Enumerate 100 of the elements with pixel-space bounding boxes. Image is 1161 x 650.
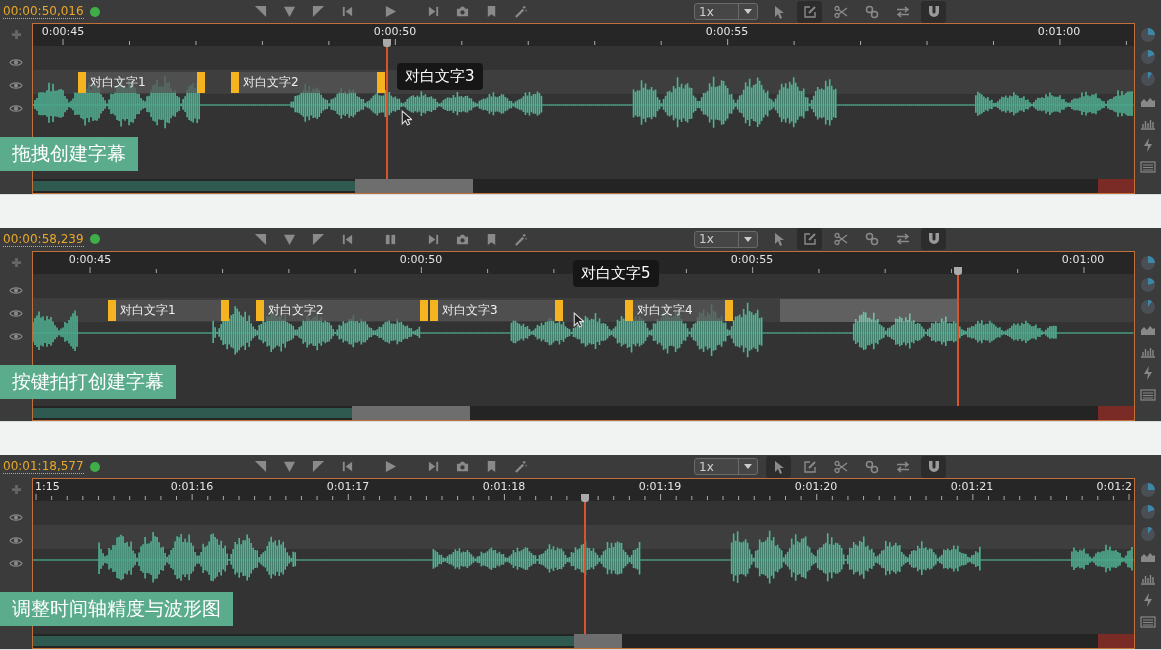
bookmark-icon[interactable] xyxy=(485,232,498,246)
triangle-icon[interactable] xyxy=(254,232,267,246)
time-label: 0:01:16 xyxy=(170,480,214,494)
scrollbar-thumb[interactable] xyxy=(574,634,622,648)
eye-icon[interactable] xyxy=(9,81,23,90)
magic-wand-icon[interactable] xyxy=(514,232,527,246)
edit-icon xyxy=(802,4,817,19)
down-triangle-icon[interactable] xyxy=(283,232,296,246)
plus-icon[interactable] xyxy=(10,29,22,40)
triangle-icon[interactable] xyxy=(254,460,267,474)
skip-back-icon[interactable] xyxy=(341,232,354,246)
triangle-icon[interactable] xyxy=(312,232,325,246)
time-label: 0:01:00 xyxy=(1061,252,1105,266)
scrollbar-thumb[interactable] xyxy=(352,406,470,421)
down-triangle-icon[interactable] xyxy=(283,460,296,474)
subtitle-block[interactable]: 对白文字1 xyxy=(78,72,205,93)
pie-icon[interactable] xyxy=(1140,276,1156,293)
mouse-cursor-icon xyxy=(573,311,584,328)
eye-icon[interactable] xyxy=(9,559,23,569)
camera-icon[interactable] xyxy=(456,5,469,18)
caption-banner: 拖拽创建字幕 xyxy=(0,137,138,171)
magic-wand-icon[interactable] xyxy=(514,5,527,18)
skip-forward-icon[interactable] xyxy=(427,232,440,246)
eye-icon[interactable] xyxy=(9,513,23,523)
eye-icon[interactable] xyxy=(9,536,23,546)
pie-icon[interactable] xyxy=(1140,71,1156,87)
edit-icon xyxy=(802,459,817,474)
playhead-handle[interactable] xyxy=(954,266,962,275)
plus-icon[interactable] xyxy=(10,256,22,268)
selection-region[interactable] xyxy=(780,298,958,322)
end-marker xyxy=(1098,406,1134,421)
triangle-icon[interactable] xyxy=(312,5,325,18)
playhead-handle[interactable] xyxy=(383,39,391,47)
eye-icon[interactable] xyxy=(9,104,23,113)
swap-arrows-icon xyxy=(895,459,910,474)
play-icon[interactable] xyxy=(384,460,397,474)
magic-wand-icon[interactable] xyxy=(514,460,527,474)
magnet-icon xyxy=(926,232,941,247)
down-triangle-icon[interactable] xyxy=(283,5,296,18)
eye-icon[interactable] xyxy=(9,308,23,318)
eye-icon[interactable] xyxy=(9,58,23,67)
time-label: 0:01:21 xyxy=(950,480,994,494)
magnet-tool-button[interactable] xyxy=(921,455,946,478)
triangle-icon[interactable] xyxy=(254,5,267,18)
pie-icon[interactable] xyxy=(1140,49,1156,65)
pie-icon[interactable] xyxy=(1140,482,1156,499)
skip-back-icon[interactable] xyxy=(341,5,354,18)
play-icon[interactable] xyxy=(384,5,397,18)
bookmark-icon[interactable] xyxy=(485,460,498,474)
skip-forward-icon[interactable] xyxy=(427,460,440,474)
subtitle-block[interactable]: 对白文字3 xyxy=(430,299,563,321)
subtitle-block[interactable]: 对白文字2 xyxy=(256,299,428,321)
scrollbar-track[interactable] xyxy=(33,178,1134,193)
scissors-icon xyxy=(833,4,848,19)
playhead-handle[interactable] xyxy=(581,494,589,503)
bookmark-icon[interactable] xyxy=(485,5,498,18)
keyboard-icon[interactable] xyxy=(1140,159,1156,175)
pointer-tool-button[interactable] xyxy=(766,455,791,478)
camera-icon[interactable] xyxy=(456,232,469,246)
subtitle-block[interactable]: 对白文字1 xyxy=(108,299,229,321)
eye-icon[interactable] xyxy=(9,285,23,295)
scrollbar-track[interactable] xyxy=(33,634,1134,648)
speed-dropdown[interactable]: 1x xyxy=(694,230,758,248)
edit-tool-button[interactable] xyxy=(797,228,822,251)
scissors-icon xyxy=(833,232,848,247)
time-label: 0:01:18 xyxy=(482,480,526,494)
triangle-icon[interactable] xyxy=(312,460,325,474)
pie-icon[interactable] xyxy=(1140,254,1156,271)
pie-icon[interactable] xyxy=(1140,298,1156,315)
pause-icon[interactable] xyxy=(384,232,397,246)
scrollbar-track[interactable] xyxy=(33,406,1134,421)
timecode: 00:01:18,577 xyxy=(3,459,84,475)
pie-icon[interactable] xyxy=(1140,504,1156,521)
speed-dropdown[interactable]: 1x xyxy=(694,458,758,476)
subtitle-block[interactable]: 对白文字4 xyxy=(625,299,733,321)
pie-icon[interactable] xyxy=(1140,27,1156,43)
skip-back-icon[interactable] xyxy=(341,460,354,474)
speed-dropdown[interactable]: 1x xyxy=(694,3,758,20)
status-dot xyxy=(89,461,100,472)
end-marker xyxy=(1098,178,1134,193)
keyboard-icon[interactable] xyxy=(1140,614,1156,631)
subtitle-block[interactable]: 对白文字2 xyxy=(231,72,385,93)
time-label: 0:01:17 xyxy=(326,480,370,494)
magnet-icon xyxy=(926,459,941,474)
magnet-tool-button[interactable] xyxy=(921,0,946,23)
edit-tool-button[interactable] xyxy=(797,0,822,23)
skip-forward-icon[interactable] xyxy=(427,5,440,18)
keyboard-icon[interactable] xyxy=(1140,386,1156,403)
time-label: 1:15 xyxy=(35,480,60,494)
camera-icon[interactable] xyxy=(456,460,469,474)
caret-icon xyxy=(744,9,752,14)
magnet-tool-button[interactable] xyxy=(921,228,946,251)
eye-icon[interactable] xyxy=(9,331,23,341)
end-marker xyxy=(1098,634,1134,648)
scissors-icon xyxy=(833,459,848,474)
swap-arrows-icon xyxy=(895,232,910,247)
caret-icon xyxy=(744,464,752,470)
scrollbar-thumb[interactable] xyxy=(355,178,473,193)
plus-icon[interactable] xyxy=(10,484,22,496)
pie-icon[interactable] xyxy=(1140,526,1156,543)
